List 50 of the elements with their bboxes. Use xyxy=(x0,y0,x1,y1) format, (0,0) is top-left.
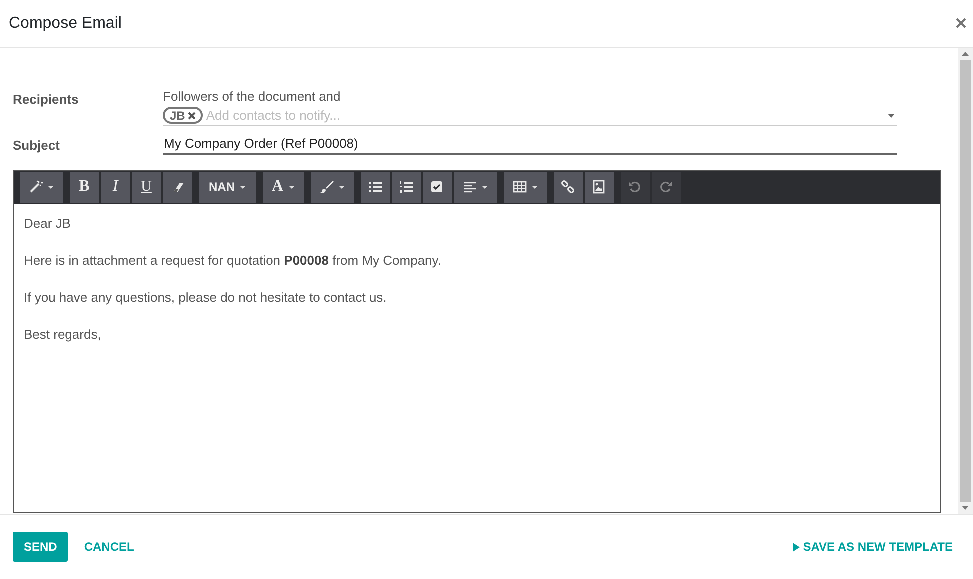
ul-button[interactable] xyxy=(360,172,390,202)
caret-icon xyxy=(888,114,895,118)
magic-wand-icon xyxy=(29,180,43,194)
recipients-field[interactable]: JB Add contacts to notify... xyxy=(163,106,897,126)
align-button[interactable] xyxy=(454,172,497,202)
placeholder-text: Add contacts to notify... xyxy=(206,106,342,125)
link-button[interactable] xyxy=(554,172,583,202)
scroll-down-icon[interactable] xyxy=(962,506,969,510)
send-button[interactable]: SEND xyxy=(13,532,68,562)
scrollbar[interactable] xyxy=(958,48,973,514)
cancel-button[interactable]: CANCEL xyxy=(68,532,150,562)
scroll-thumb[interactable] xyxy=(960,60,971,502)
checklist-button[interactable] xyxy=(422,172,452,202)
table-button[interactable] xyxy=(504,172,547,202)
bold-button[interactable]: B xyxy=(70,172,99,202)
field-label: Recipients xyxy=(13,91,80,109)
image-icon xyxy=(592,180,606,194)
body-paragraph: Dear JB xyxy=(24,216,72,232)
recipients-note: Followers of the document and xyxy=(163,88,342,106)
dialog-title: Compose Email xyxy=(9,14,122,34)
body-paragraph: If you have any questions, please do not hesitate to contact us. xyxy=(24,290,388,306)
remove-icon[interactable] xyxy=(188,112,196,120)
body-paragraph: Here is in attachment a request for quotation P00008 from My Company. xyxy=(24,252,442,268)
scroll-up-icon[interactable] xyxy=(962,52,969,56)
play-icon xyxy=(793,542,800,552)
checklist-icon xyxy=(430,180,444,194)
link-icon xyxy=(561,180,576,194)
underline-button[interactable]: U xyxy=(132,172,161,202)
image-button[interactable] xyxy=(584,172,614,202)
contact-tag[interactable]: JB xyxy=(163,107,204,124)
redo-icon xyxy=(659,180,674,194)
magic-button[interactable] xyxy=(20,172,63,202)
save-template-button[interactable]: SAVE AS NEW TEMPLATE xyxy=(793,532,953,562)
bullet-list-icon xyxy=(368,180,382,194)
body-paragraph: Best regards, xyxy=(24,326,102,342)
eraser-button[interactable] xyxy=(163,172,192,202)
brush-icon xyxy=(320,180,334,194)
editor[interactable]: B I U NAN A Dear JB Here is in attachment a request for quotation P00008 from My Company. If you have any questions, please do not hesitate to contact us. Best regards, xyxy=(13,170,941,512)
subject-field[interactable]: My Company Order (Ref P00008) xyxy=(163,133,897,155)
ol-button[interactable] xyxy=(392,172,421,202)
undo-icon xyxy=(628,180,642,194)
close-button[interactable]: × xyxy=(955,14,967,34)
fontcolor-button[interactable]: A xyxy=(263,172,304,202)
brush-button[interactable] xyxy=(310,172,354,202)
text-button[interactable]: NAN xyxy=(199,172,256,202)
align-left-icon xyxy=(462,180,477,194)
italic-button[interactable]: I xyxy=(101,172,130,202)
field-label: Subject xyxy=(13,137,61,155)
numbered-list-icon xyxy=(399,180,414,194)
table-icon xyxy=(512,180,527,194)
